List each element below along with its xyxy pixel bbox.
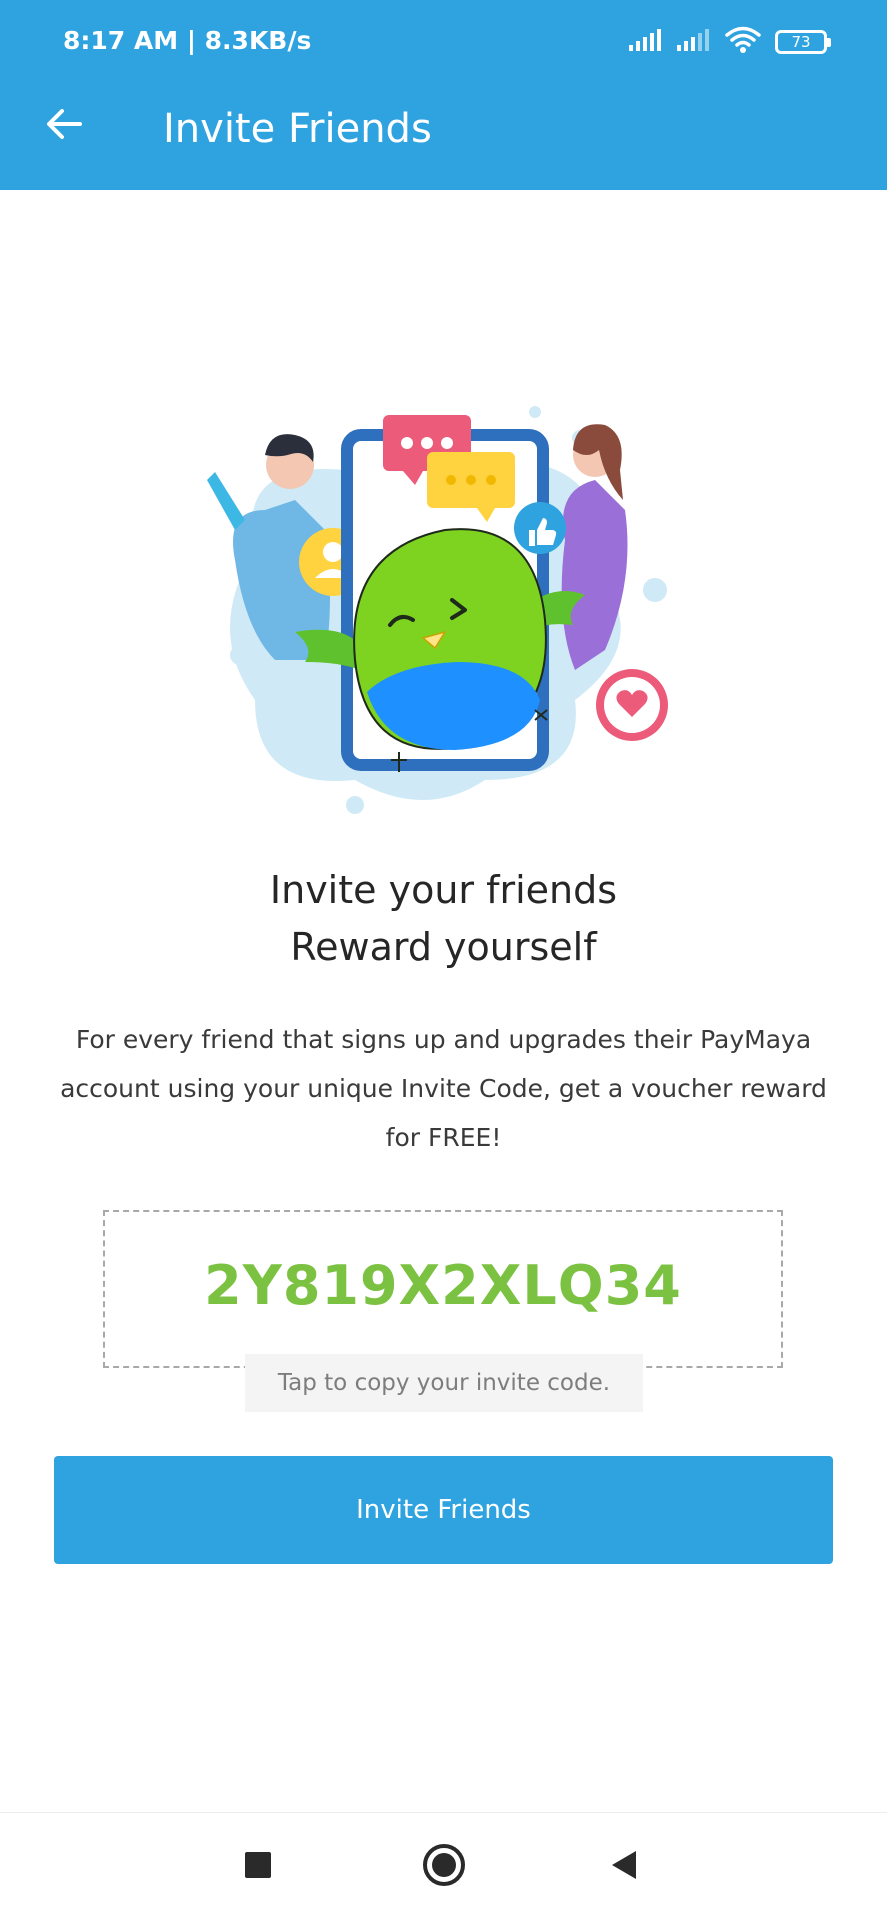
triangle-back-icon — [608, 1849, 640, 1885]
headline-line-2: Reward yourself — [290, 925, 597, 969]
back-button[interactable] — [36, 98, 92, 154]
headline-line-1: Invite your friends — [269, 868, 618, 912]
invite-friends-button[interactable]: Invite Friends — [54, 1456, 833, 1564]
invite-code[interactable]: 2Y819X2XLQ34 — [204, 1254, 682, 1317]
home-button[interactable] — [394, 1813, 494, 1921]
arrow-left-icon — [44, 104, 84, 148]
system-back-button[interactable] — [574, 1813, 674, 1921]
invite-code-box[interactable]: 2Y819X2XLQ34 — [103, 1210, 783, 1368]
invite-friends-illustration — [195, 400, 695, 820]
headline: Invite your friends Reward yourself — [0, 862, 887, 976]
copy-hint[interactable]: Tap to copy your invite code. — [245, 1354, 643, 1412]
status-bar: 8:17 AM | 8.3KB/s 73 — [0, 0, 887, 80]
status-icons: 73 — [629, 24, 831, 60]
circle-icon — [422, 1843, 466, 1891]
square-icon — [244, 1851, 272, 1883]
wifi-icon — [725, 26, 761, 58]
recents-button[interactable] — [208, 1813, 308, 1921]
status-time: 8:17 AM | 8.3KB/s — [63, 26, 312, 55]
battery-icon: 73 — [775, 30, 831, 54]
battery-level: 73 — [791, 33, 811, 51]
system-nav-bar — [0, 1812, 887, 1921]
signal-icon — [629, 27, 663, 57]
description-text: For every friend that signs up and upgra… — [60, 1025, 827, 1152]
app-header: 8:17 AM | 8.3KB/s 73 Invite Friends — [0, 0, 887, 190]
page-title: Invite Friends — [163, 106, 432, 152]
signal-icon — [677, 27, 711, 57]
